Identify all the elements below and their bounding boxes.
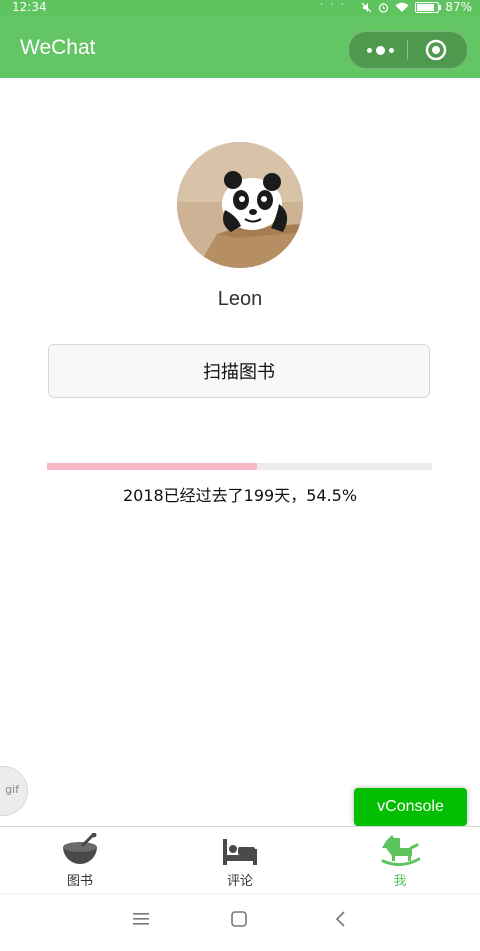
scan-book-button[interactable]: 扫描图书 xyxy=(48,344,430,398)
year-progress-text: 2018已经过去了199天，54.5% xyxy=(122,486,358,505)
gif-float-button[interactable]: gif xyxy=(0,766,28,816)
rocking-horse-icon xyxy=(381,835,420,866)
status-time: 12:34 xyxy=(12,0,47,14)
bed-icon xyxy=(223,839,257,865)
page-title: WeChat xyxy=(20,36,96,59)
nav-bar: WeChat xyxy=(0,16,480,78)
status-bar: 12:34 · · · 87% xyxy=(0,0,480,16)
year-progress-fill xyxy=(47,463,257,470)
close-target-icon[interactable] xyxy=(425,39,447,61)
more-dots-icon[interactable] xyxy=(365,42,395,58)
mute-icon xyxy=(361,2,372,12)
menu-icon[interactable] xyxy=(133,912,149,926)
gif-label: gif xyxy=(5,783,19,796)
notification-dots: · · · xyxy=(320,0,346,11)
tab-me-label: 我 xyxy=(393,874,407,889)
home-icon[interactable] xyxy=(231,911,247,927)
alarm-icon xyxy=(379,2,389,13)
vconsole-button[interactable]: vConsole xyxy=(354,788,467,826)
tab-me[interactable]: 我 xyxy=(320,827,480,893)
year-progress-bar xyxy=(47,463,432,470)
bowl-icon xyxy=(63,833,97,864)
tab-books-label: 图书 xyxy=(66,874,93,889)
tab-bar: 图书 评论 我 xyxy=(0,826,480,893)
menu-capsule xyxy=(348,31,468,69)
battery-icon xyxy=(415,1,442,13)
user-avatar[interactable] xyxy=(177,142,303,268)
tab-books[interactable]: 图书 xyxy=(0,827,160,893)
panda-avatar xyxy=(177,142,303,268)
tab-comments-label: 评论 xyxy=(226,874,253,889)
tab-comments[interactable]: 评论 xyxy=(160,827,320,893)
battery-percent: 87% xyxy=(445,0,472,14)
username: Leon xyxy=(217,288,263,310)
back-icon[interactable] xyxy=(334,911,346,927)
wifi-icon xyxy=(395,2,409,12)
capsule-divider xyxy=(407,40,408,60)
status-icons: 87% xyxy=(361,0,472,14)
system-nav-bar xyxy=(0,893,480,951)
